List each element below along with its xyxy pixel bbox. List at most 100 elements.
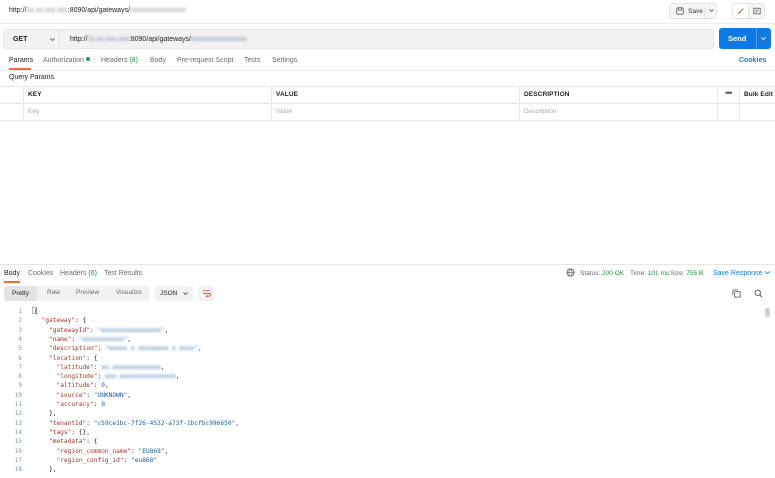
save-button[interactable]: Save (669, 3, 717, 19)
json-key: "accuracy" (56, 401, 94, 408)
line-number: 17 (14, 456, 22, 464)
json-key: "latitude" (56, 363, 94, 371)
tab-pre-request-script[interactable]: Pre-request Script (177, 57, 233, 64)
json-value: "EU868" (138, 447, 165, 455)
pencil-icon (737, 8, 744, 15)
json-value: "c59ce1bc-7f26-4532-a73f-1bcfbc996650" (93, 419, 236, 427)
value-input[interactable]: Value (276, 108, 292, 115)
tab-tests[interactable]: Tests (244, 57, 260, 64)
description-input[interactable]: Description (524, 108, 557, 115)
response-body-code[interactable]: 1{2 "gateway": {3 "gatewayId": "xxxxxxxxxx… (0, 305, 775, 478)
view-raw[interactable]: Raw (47, 289, 60, 296)
response-view-toggle: Pretty Raw Preview Visualize (4, 286, 150, 301)
chevron-down-icon[interactable] (708, 7, 715, 14)
redacted-host: 1x.xx.xxx.xxx (87, 35, 129, 43)
json-key: "metadata" (49, 438, 87, 446)
request-title[interactable]: http://1x.xx.xxx.xxx:8090/api/gateways/x… (9, 7, 186, 14)
json-punctuation: : (93, 363, 102, 371)
bulk-edit-button[interactable]: Bulk Edit (744, 91, 773, 98)
view-preview[interactable]: Preview (76, 289, 99, 296)
document-icon (752, 7, 761, 15)
json-punctuation: : (123, 456, 132, 464)
code-text: "source": "UNKNOWN", (57, 392, 132, 399)
code-text: "metadata": { (49, 438, 97, 445)
response-tab-body[interactable]: Body (4, 270, 20, 277)
response-tab-test-results[interactable]: Test Results (104, 270, 142, 277)
chevron-down-icon (183, 292, 188, 296)
line-number: 4 (18, 335, 22, 343)
code-line: 12}, (0, 410, 765, 419)
json-punctuation: : {}, (71, 428, 90, 436)
json-key: "altitude" (56, 382, 94, 390)
status-code: Status: 200 OK (580, 270, 625, 277)
code-line: 16 "region_common_name": "EU868", (0, 448, 765, 457)
code-text: "latitude": xx.xxxxxxxxxxxxx, (57, 364, 165, 371)
method-select[interactable]: GET (3, 29, 60, 49)
code-line: 9 "altitude": 0, (0, 382, 765, 391)
key-input[interactable]: Key (28, 108, 39, 115)
json-punctuation: : (71, 335, 79, 343)
copy-icon[interactable] (732, 289, 741, 298)
json-punctuation: , (160, 363, 165, 371)
chevron-down-icon[interactable] (760, 35, 767, 42)
code-line: 1{ (0, 308, 765, 317)
tab-authorization[interactable]: Authorization (43, 57, 90, 64)
active-tab-indicator (9, 68, 31, 70)
edit-button[interactable] (732, 3, 749, 19)
json-value: xxx.xxxxxxxxxxxxxxx (104, 373, 176, 381)
url-input[interactable]: http://1x.xx.xxx.xxx:8090/api/gateways/x… (60, 29, 714, 49)
send-button[interactable]: Send (719, 28, 771, 49)
view-visualize[interactable]: Visualize (116, 289, 142, 296)
method-label: GET (13, 35, 28, 43)
view-pretty[interactable]: Pretty (4, 286, 37, 301)
scrollbar-thumb[interactable] (765, 308, 770, 317)
line-number: 2 (18, 317, 22, 325)
line-number: 8 (18, 373, 22, 381)
line-number: 11 (14, 401, 22, 408)
json-key: "location" (49, 354, 87, 362)
json-punctuation: : (86, 419, 94, 427)
params-table: KEY VALUE DESCRIPTION ••• Bulk Edit Key … (0, 86, 775, 121)
code-text: "gateway": { (42, 317, 87, 324)
response-size: Size: 755 B (670, 270, 704, 277)
tab-headers[interactable]: Headers (8) (101, 57, 138, 64)
line-number: 10 (14, 391, 22, 399)
code-text: "longitude": xxx.xxxxxxxxxxxxxxx, (57, 373, 180, 380)
code-line: 15 "metadata": { (0, 438, 765, 447)
response-tab-headers[interactable]: Headers (6) (60, 270, 97, 277)
cookies-link[interactable]: Cookies (739, 57, 766, 64)
json-key: "tags" (49, 428, 72, 436)
tab-settings[interactable]: Settings (272, 57, 297, 64)
code-text: "location": { (49, 355, 97, 362)
title-bar: http://1x.xx.xxx.xxx:8090/api/gateways/x… (0, 0, 775, 24)
search-icon[interactable] (754, 289, 763, 298)
code-text: "altitude": 0, (57, 382, 109, 389)
json-key: "region_config_id" (56, 456, 124, 464)
code-line: 7 "latitude": xx.xxxxxxxxxxxxx, (0, 364, 765, 373)
wrap-lines-button[interactable] (198, 286, 214, 301)
documentation-button[interactable] (748, 3, 765, 19)
save-icon (676, 7, 684, 15)
code-text: "region_common_name": "EU868", (57, 448, 169, 455)
tab-body[interactable]: Body (150, 57, 166, 64)
save-response-button[interactable]: Save Response (713, 269, 771, 277)
request-tabs: Params Authorization Headers (8) Body Pr… (0, 53, 775, 71)
code-line: 13 "tenantId": "c59ce1bc-7f26-4532-a73f-1… (0, 420, 765, 429)
code-text: "gatewayId": "xxxxxxxxxxxxxxxx", (49, 327, 168, 334)
json-punctuation: : (97, 373, 105, 381)
json-punctuation: , (127, 391, 132, 399)
tab-params[interactable]: Params (9, 57, 33, 64)
json-key: "tenantId" (49, 419, 87, 427)
code-scrollbar[interactable] (765, 305, 770, 478)
value-column-header: VALUE (276, 91, 299, 98)
json-punctuation: }, (49, 466, 57, 474)
save-label: Save (688, 7, 703, 15)
json-punctuation: : { (86, 438, 98, 446)
globe-icon[interactable] (566, 268, 575, 277)
more-options-icon[interactable]: ••• (725, 88, 733, 98)
response-tab-cookies[interactable]: Cookies (28, 270, 53, 277)
json-punctuation: , (198, 345, 202, 353)
format-select[interactable]: JSON (155, 286, 193, 301)
json-punctuation: , (104, 382, 109, 390)
redacted-id: xxxxxxxxxxxxxxxx (191, 35, 248, 43)
